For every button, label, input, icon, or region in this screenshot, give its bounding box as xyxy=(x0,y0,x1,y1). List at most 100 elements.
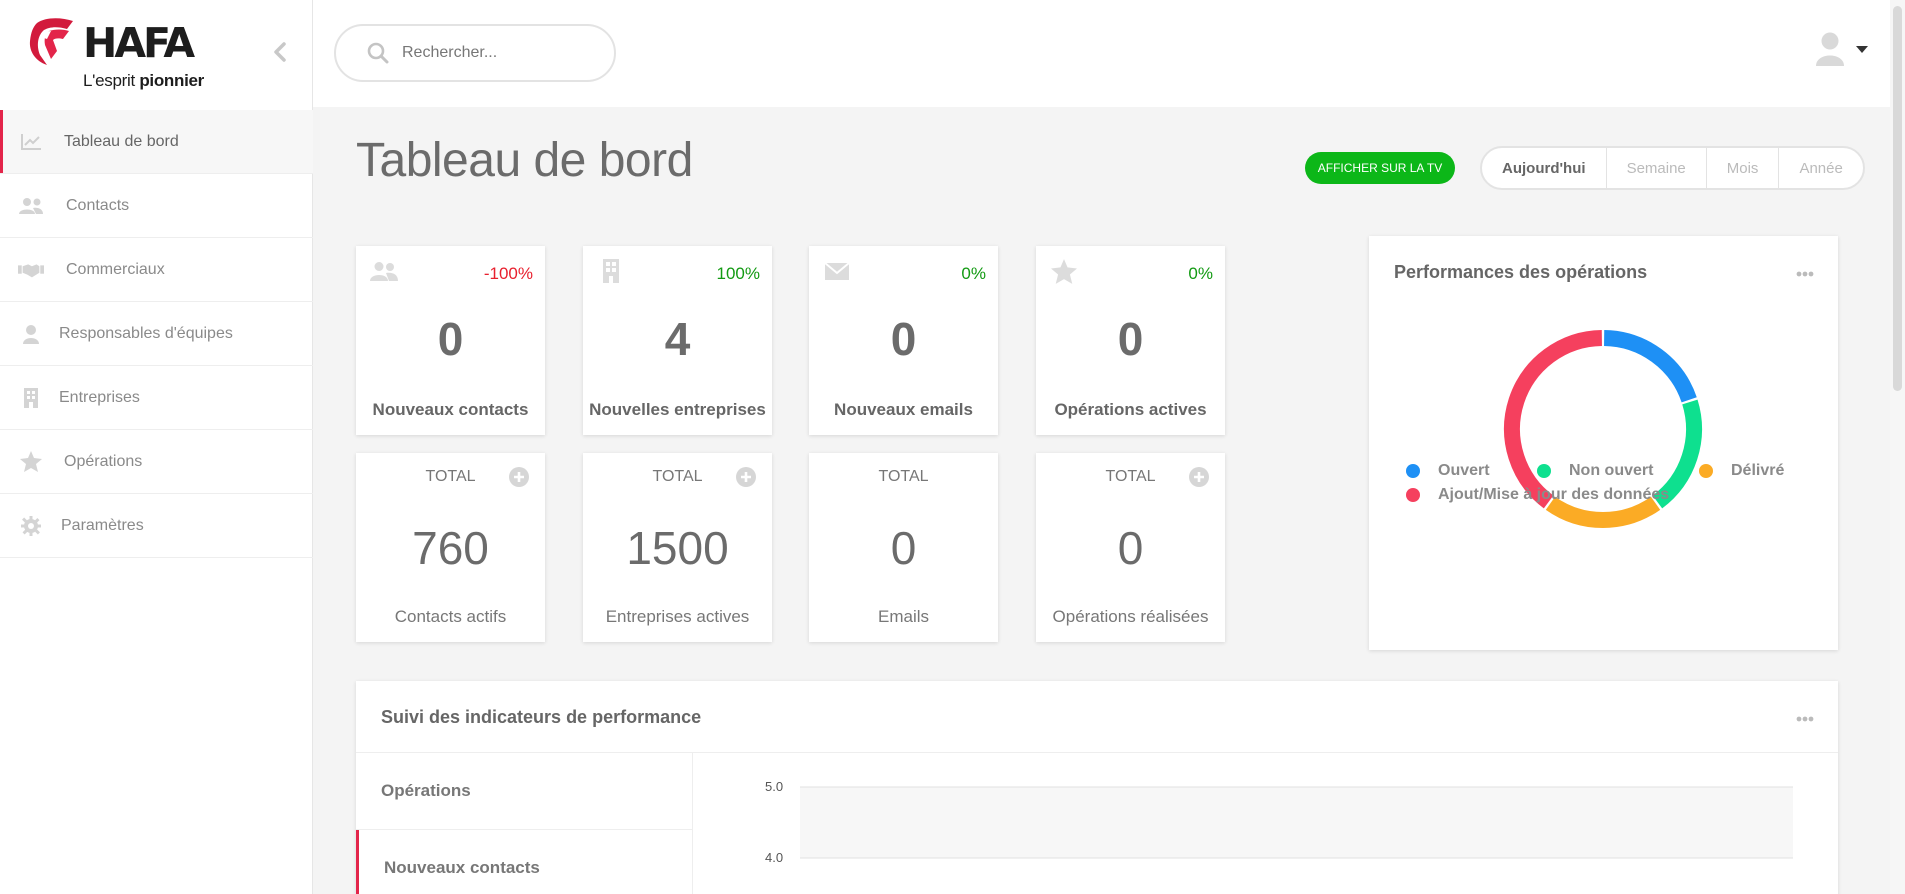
kpi-tracking-card: Suivi des indicateurs de performance Opé… xyxy=(356,681,1838,894)
total-description: Entreprises actives xyxy=(605,607,750,626)
legend-dot xyxy=(1699,464,1713,478)
period-month-button[interactable]: Mois xyxy=(1705,148,1779,188)
y-tick-label: 5.0 xyxy=(765,779,783,794)
total-label: TOTAL xyxy=(878,468,929,485)
legend-item-opened[interactable]: Ouvert xyxy=(1406,462,1490,480)
plus-circle-icon xyxy=(509,467,529,487)
total-card-completed-operations: TOTAL 0 Opérations réalisées xyxy=(1036,453,1225,642)
stat-change: 0% xyxy=(1188,264,1213,283)
legend-label: Ouvert xyxy=(1438,462,1490,479)
legend-label: Non ouvert xyxy=(1569,462,1654,479)
stat-value: 0 xyxy=(1117,313,1144,365)
sidebar-item-label: Paramètres xyxy=(61,516,144,534)
sidebar-item-team-leads[interactable]: Responsables d'équipes xyxy=(0,302,313,366)
more-horizontal-icon xyxy=(1796,271,1814,277)
sidebar: HAFA L'esprit pionnier Tableau de bord C… xyxy=(0,0,313,894)
star-icon xyxy=(1049,258,1079,284)
legend-dot xyxy=(1406,488,1420,502)
search-box[interactable] xyxy=(334,24,616,82)
logo[interactable]: HAFA L'esprit pionnier xyxy=(0,0,312,110)
add-contact-button[interactable] xyxy=(509,467,529,492)
stat-card-active-operations: 0% 0 Opérations actives xyxy=(1036,246,1225,435)
stat-card-new-contacts: -100% 0 Nouveaux contacts xyxy=(356,246,545,435)
chart-plot-area xyxy=(800,787,1793,858)
user-menu[interactable] xyxy=(1815,32,1869,66)
period-selector: Aujourd'hui Semaine Mois Année xyxy=(1480,146,1865,190)
sidebar-item-dashboard[interactable]: Tableau de bord xyxy=(0,110,313,174)
sidebar-item-label: Responsables d'équipes xyxy=(59,324,233,342)
chevron-left-icon xyxy=(274,42,286,62)
donut-chart xyxy=(1504,330,1702,528)
sidebar-item-label: Commerciaux xyxy=(66,260,165,278)
total-description: Contacts actifs xyxy=(394,607,507,626)
period-today-button[interactable]: Aujourd'hui xyxy=(1482,148,1606,188)
sidebar-item-settings[interactable]: Paramètres xyxy=(0,494,313,558)
search-input[interactable] xyxy=(402,44,602,62)
stat-change: 100% xyxy=(716,264,760,283)
stat-change: -100% xyxy=(483,264,533,283)
legend-item-not-opened[interactable]: Non ouvert xyxy=(1537,462,1653,480)
user-icon xyxy=(18,323,44,345)
page-title: Tableau de bord xyxy=(356,134,693,187)
total-value: 760 xyxy=(412,522,489,574)
brand-name: HAFA xyxy=(83,19,195,67)
sidebar-nav: Tableau de bord Contacts Commerciaux Res… xyxy=(0,110,313,558)
period-week-button[interactable]: Semaine xyxy=(1605,148,1706,188)
tagline-light: L'esprit xyxy=(83,71,135,90)
collapse-sidebar-button[interactable] xyxy=(268,40,292,64)
legend-item-delivered[interactable]: Délivré xyxy=(1699,462,1784,480)
period-year-button[interactable]: Année xyxy=(1778,148,1862,188)
top-header xyxy=(313,0,1905,107)
stat-label: Nouveaux emails xyxy=(834,400,973,419)
total-value: 0 xyxy=(1117,522,1144,574)
sidebar-item-operations[interactable]: Opérations xyxy=(0,430,313,494)
show-on-tv-button[interactable]: AFFICHER SUR LA TV xyxy=(1305,152,1455,184)
sidebar-item-label: Tableau de bord xyxy=(64,132,179,150)
stat-card-new-emails: 0% 0 Nouveaux emails xyxy=(809,246,998,435)
tagline-bold: pionnier xyxy=(139,71,204,90)
kpi-tabs: Opérations Nouveaux contacts xyxy=(356,753,693,894)
card-options-button[interactable] xyxy=(1796,264,1814,282)
legend-label: Ajout/Mise à jour des données xyxy=(1438,486,1670,503)
stat-value: 4 xyxy=(664,313,691,365)
add-company-button[interactable] xyxy=(736,467,756,492)
plus-circle-icon xyxy=(736,467,756,487)
kpi-tab-operations[interactable]: Opérations xyxy=(356,753,692,830)
page-scrollbar[interactable] xyxy=(1890,0,1905,894)
stat-value: 0 xyxy=(890,313,917,365)
kpi-header: Suivi des indicateurs de performance xyxy=(356,681,1838,753)
hafa-logo-icon xyxy=(29,18,73,65)
card-options-button[interactable] xyxy=(1796,709,1814,727)
stat-label: Opérations actives xyxy=(1054,400,1207,419)
donut-slice[interactable] xyxy=(1603,330,1697,403)
sidebar-item-contacts[interactable]: Contacts xyxy=(0,174,313,238)
legend-dot xyxy=(1406,464,1420,478)
scrollbar-thumb[interactable] xyxy=(1893,6,1902,391)
handshake-icon xyxy=(18,259,44,281)
legend-item-data-update[interactable]: Ajout/Mise à jour des données xyxy=(1406,486,1669,504)
total-card-active-companies: TOTAL 1500 Entreprises actives xyxy=(583,453,772,642)
stat-card-new-companies: 100% 4 Nouvelles entreprises xyxy=(583,246,772,435)
sidebar-item-label: Entreprises xyxy=(59,388,140,406)
card-title: Performances des opérations xyxy=(1394,262,1648,282)
building-icon xyxy=(18,387,44,409)
stat-label: Nouvelles entreprises xyxy=(589,400,766,419)
sidebar-item-companies[interactable]: Entreprises xyxy=(0,366,313,430)
brand-tagline: L'esprit pionnier xyxy=(83,71,204,91)
avatar-icon xyxy=(1816,32,1844,66)
legend-dot xyxy=(1537,464,1551,478)
sidebar-item-commerciaux[interactable]: Commerciaux xyxy=(0,238,313,302)
legend-label: Délivré xyxy=(1731,462,1785,479)
chart-icon xyxy=(18,131,44,153)
envelope-icon xyxy=(822,258,852,284)
donut-slice[interactable] xyxy=(1545,496,1661,528)
total-description: Opérations réalisées xyxy=(1052,607,1209,626)
operations-performance-card: Performances des opérations Ouvert Non o… xyxy=(1369,236,1838,650)
total-card-active-contacts: TOTAL 760 Contacts actifs xyxy=(356,453,545,642)
kpi-chart-svg: 5.0 4.0 xyxy=(765,779,1793,865)
add-operation-button[interactable] xyxy=(1189,467,1209,492)
kpi-tab-new-contacts[interactable]: Nouveaux contacts xyxy=(356,830,692,894)
gear-icon xyxy=(18,515,44,537)
users-icon xyxy=(369,258,399,284)
caret-down-icon xyxy=(1856,46,1868,53)
